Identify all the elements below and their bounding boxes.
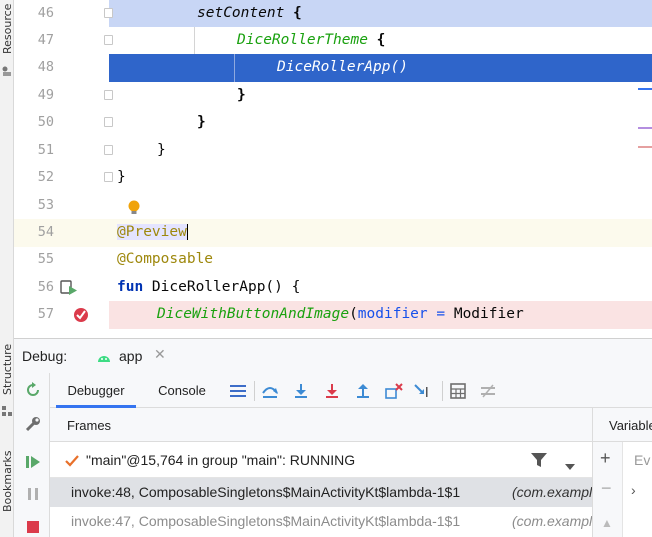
tab-console[interactable]: Console: [146, 373, 218, 408]
pause-icon[interactable]: [24, 485, 42, 503]
frame-package: (com.example: [512, 513, 600, 529]
close-tab-icon[interactable]: ✕: [154, 346, 166, 363]
line-number: 56: [37, 279, 54, 295]
code-line-48: DiceRollerApp(): [277, 59, 408, 75]
structure-tab[interactable]: Structure: [1, 344, 14, 395]
code-line-46: setContent {: [197, 5, 302, 21]
frame-row[interactable]: invoke:48, ComposableSingletons$MainActi…: [50, 478, 606, 507]
move-up-icon[interactable]: ▲: [601, 516, 613, 530]
resume-icon[interactable]: [24, 453, 42, 471]
scrollbar-marker: [638, 88, 652, 90]
line-number: 46: [37, 5, 54, 21]
chevron-down-icon[interactable]: [564, 456, 576, 470]
fold-marker[interactable]: [104, 35, 113, 45]
resource-manager-tab[interactable]: Resource: [1, 4, 14, 54]
toolbar-separator: [254, 381, 255, 401]
debug-title: Debug:: [22, 348, 68, 364]
line-number: 47: [37, 32, 54, 48]
fold-marker[interactable]: [104, 8, 113, 18]
drop-frame-icon[interactable]: [384, 381, 404, 401]
debug-header: Debug: app ✕: [14, 339, 652, 373]
remove-watch-icon[interactable]: −: [601, 478, 612, 499]
run-preview-icon[interactable]: [60, 280, 78, 296]
frame-text: invoke:47, ComposableSingletons$MainActi…: [71, 513, 461, 529]
scrollbar-marker: [638, 127, 652, 129]
line-number: 51: [37, 142, 54, 158]
line-number: 48: [37, 59, 54, 75]
code-line-50: }: [197, 114, 206, 130]
settings-wrench-icon[interactable]: [24, 415, 42, 433]
session-tab-app[interactable]: app: [119, 348, 142, 364]
debug-toolbar: Debugger Console: [50, 373, 652, 408]
scrollbar-marker: [638, 146, 652, 148]
chevron-right-icon[interactable]: ›: [631, 482, 636, 498]
code-line-49: }: [237, 87, 246, 103]
code-editor[interactable]: 46 47 48 49 50 51 52 53 54 55 56 57 setC…: [14, 0, 652, 338]
code-line-56: fun DiceRollerApp() {: [117, 279, 301, 295]
evaluate-expression-icon[interactable]: [448, 381, 468, 401]
frames-list: invoke:48, ComposableSingletons$MainActi…: [50, 478, 606, 537]
line-number: 55: [37, 251, 54, 267]
lightbulb-icon[interactable]: [127, 199, 141, 217]
left-tool-strip: Resource Structure Bookmarks: [0, 0, 14, 537]
android-icon: [96, 349, 112, 363]
fold-marker[interactable]: [104, 90, 113, 100]
evaluate-input[interactable]: Ev: [634, 452, 650, 468]
breakpoint-icon[interactable]: [72, 306, 90, 324]
add-watch-icon[interactable]: +: [600, 448, 611, 469]
frame-text: invoke:48, ComposableSingletons$MainActi…: [71, 484, 461, 500]
line-number: 49: [37, 87, 54, 103]
frames-label: Frames: [67, 418, 112, 433]
bookmarks-tab[interactable]: Bookmarks: [1, 451, 14, 512]
tab-debugger[interactable]: Debugger: [56, 373, 136, 408]
fold-marker[interactable]: [104, 117, 113, 127]
step-over-icon[interactable]: [260, 381, 280, 401]
line-number: 57: [37, 306, 54, 322]
code-line-52: }: [117, 169, 126, 185]
resource-icon: [1, 62, 13, 76]
variables-header: Variable: [593, 408, 652, 442]
frame-row[interactable]: invoke:47, ComposableSingletons$MainActi…: [50, 507, 606, 536]
code-line-47: DiceRollerTheme {: [237, 32, 386, 48]
checkmark-icon: [64, 453, 80, 467]
frame-package: (com.example: [512, 484, 600, 500]
structure-icon: [1, 402, 13, 416]
code-line-51: }: [157, 142, 166, 158]
rerun-icon[interactable]: [24, 381, 42, 399]
thread-label: "main"@15,764 in group "main": RUNNING: [86, 452, 356, 468]
variables-pane: Variable + − ▲ Ev ›: [592, 408, 652, 537]
fold-marker[interactable]: [104, 172, 113, 182]
line-number: 50: [37, 114, 54, 130]
fold-marker[interactable]: [104, 145, 113, 155]
step-into-icon[interactable]: [291, 381, 311, 401]
step-out-icon[interactable]: [353, 381, 373, 401]
run-to-cursor-icon[interactable]: [413, 381, 433, 401]
mute-breakpoints-icon[interactable]: [478, 381, 498, 401]
debug-tool-window: Debug: app ✕ Debugger Console Frames "ma…: [14, 338, 652, 537]
force-step-into-icon[interactable]: [322, 381, 342, 401]
debug-side-toolbar: [14, 373, 50, 537]
line-number: 54: [37, 224, 54, 240]
code-line-55: @Composable: [117, 251, 214, 267]
layout-menu-icon[interactable]: [228, 381, 248, 401]
frames-header: Frames: [50, 408, 606, 442]
code-line-57: DiceWithButtonAndImage(modifier = Modifi…: [157, 306, 524, 322]
line-number: 53: [37, 197, 54, 213]
filter-icon[interactable]: [530, 452, 548, 468]
line-number: 52: [37, 169, 54, 185]
variables-label: Variable: [609, 418, 652, 433]
toolbar-separator: [442, 381, 443, 401]
code-line-54: @Preview: [117, 224, 188, 240]
thread-selector[interactable]: "main"@15,764 in group "main": RUNNING: [50, 442, 606, 478]
stop-icon[interactable]: [24, 518, 42, 536]
